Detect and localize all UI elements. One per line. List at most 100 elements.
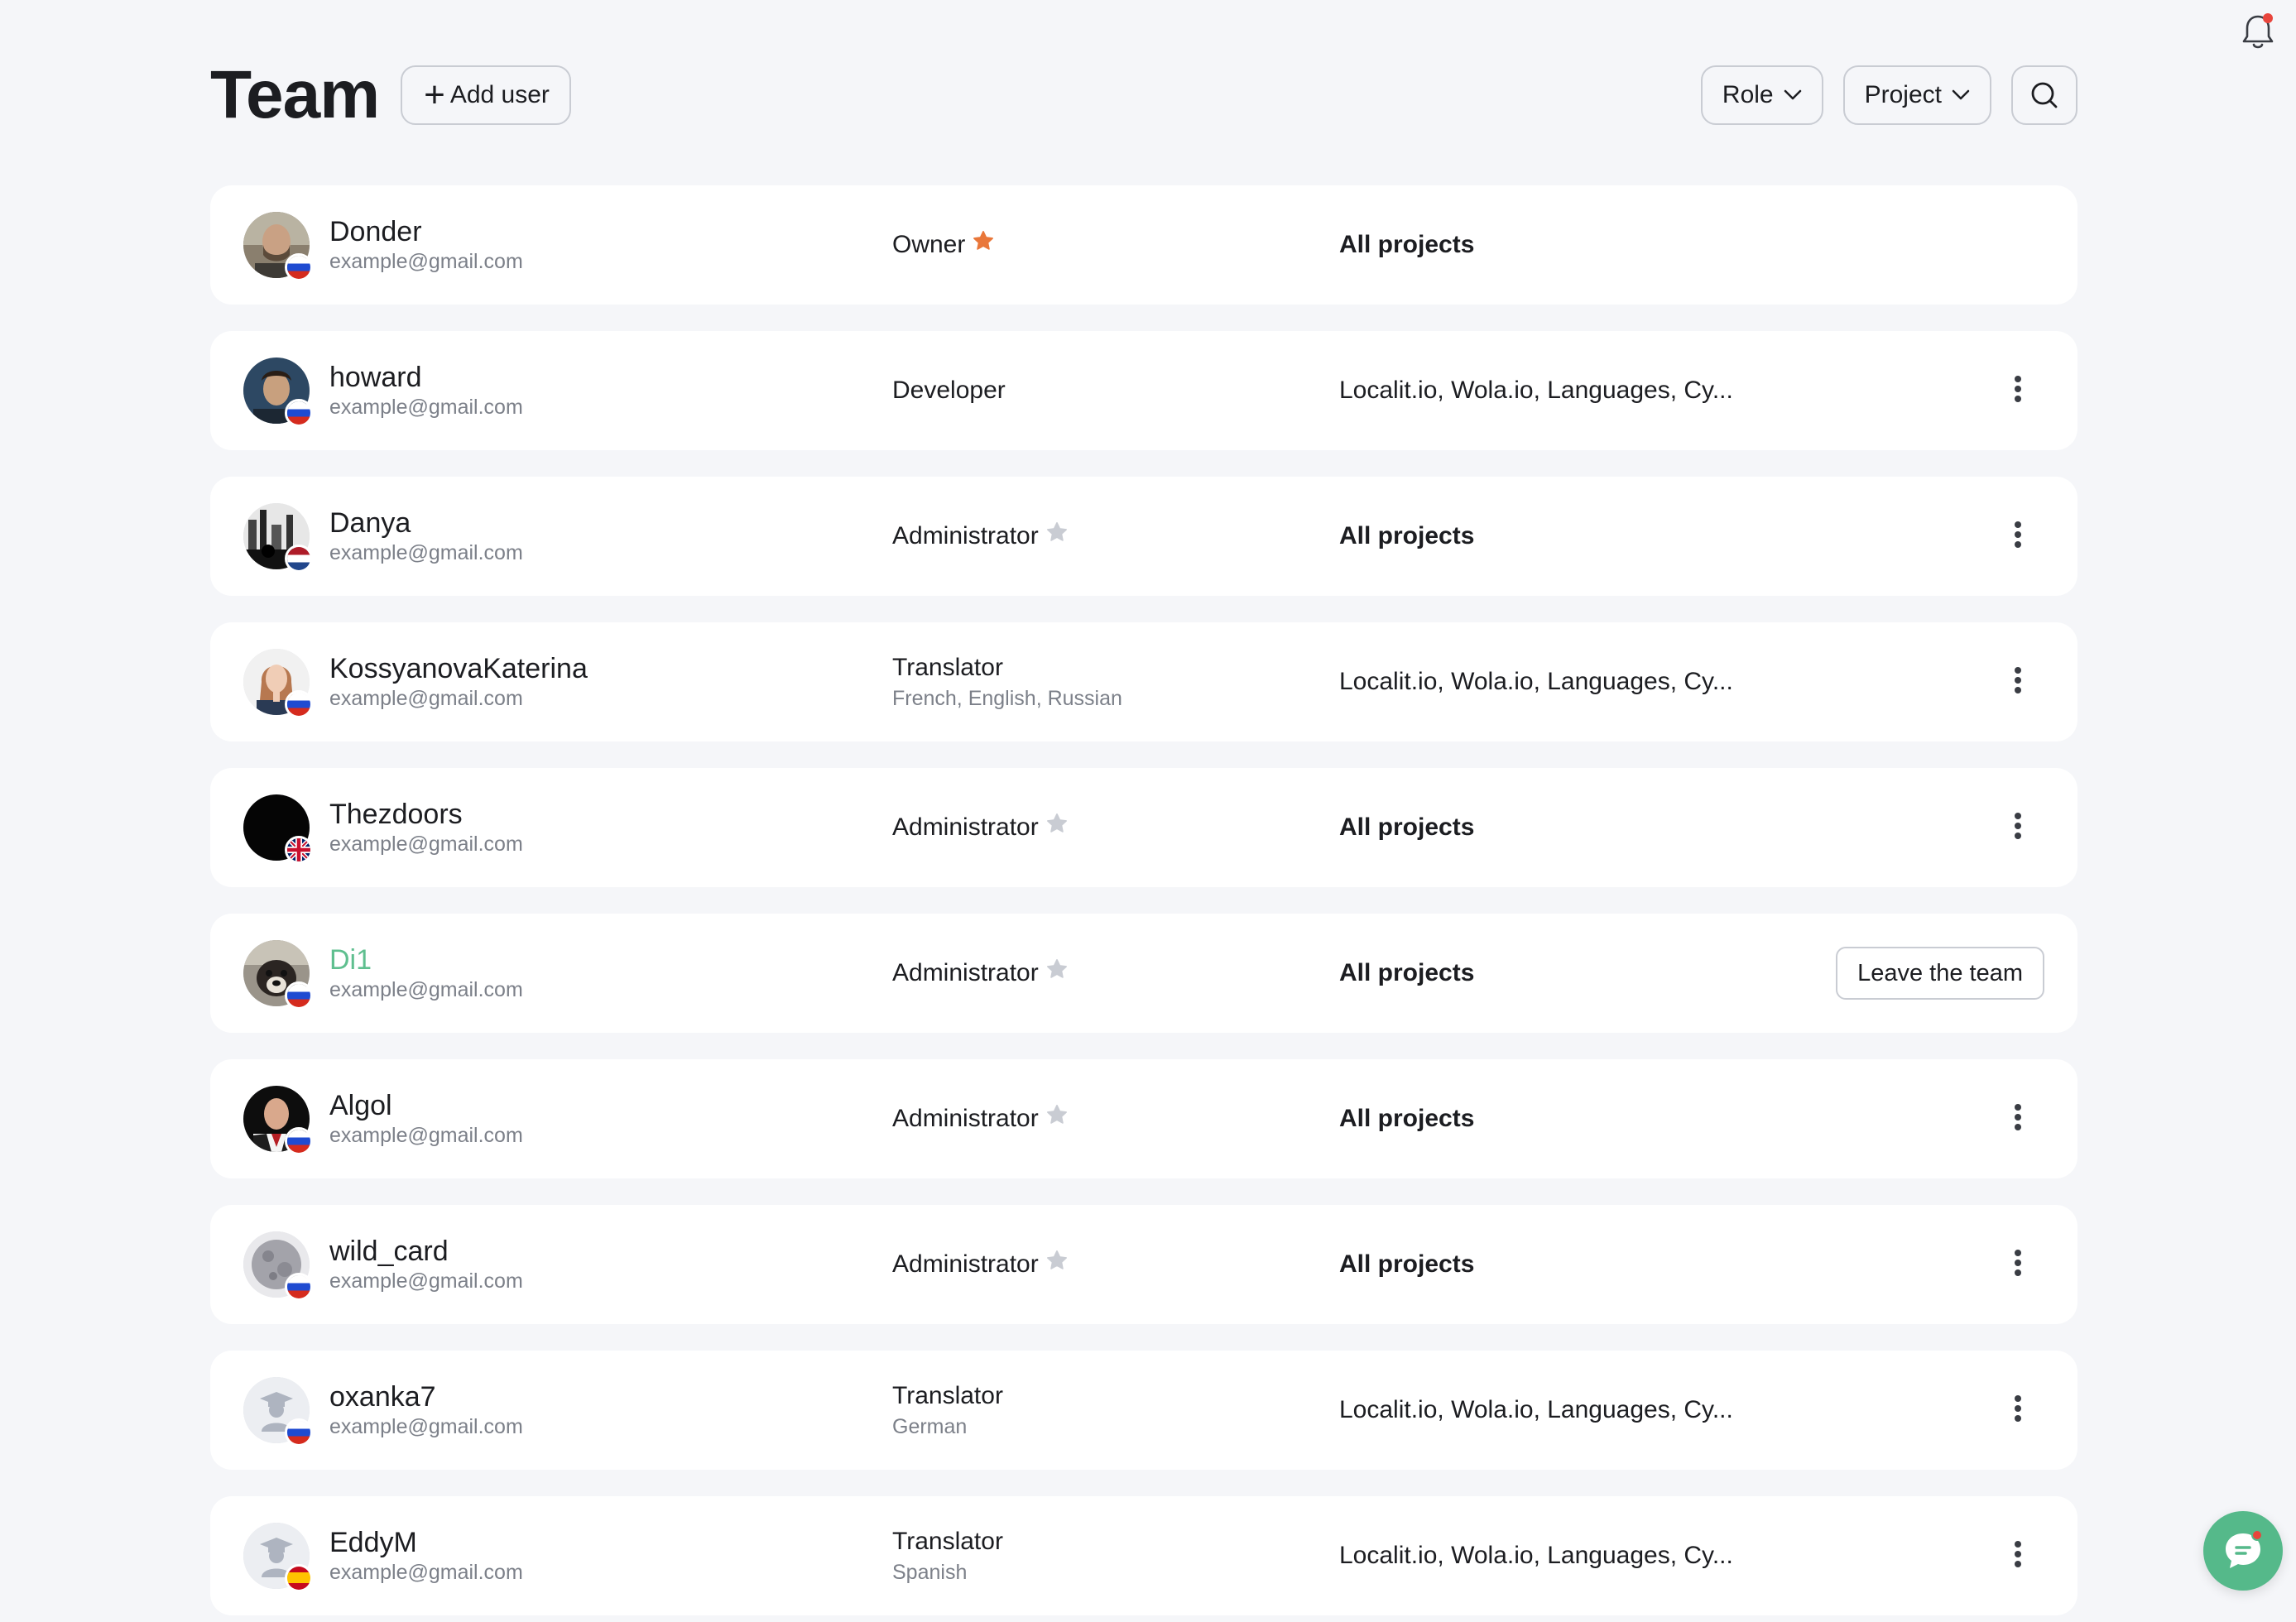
more-vertical-icon [2013, 811, 2023, 845]
member-role-cell: Translator French, English, Russian [892, 622, 1122, 741]
admin-star-icon [1039, 957, 1069, 989]
member-options-button[interactable] [1998, 808, 2038, 847]
team-member-row: oxanka7 example@gmail.com Translator German… [210, 1351, 2077, 1470]
chat-support-button[interactable] [2203, 1511, 2283, 1591]
admin-star-icon [1039, 1249, 1069, 1280]
member-projects: All projects [1339, 1105, 1475, 1132]
chevron-down-icon [1952, 89, 1970, 100]
member-name: Thezdoors [329, 799, 463, 830]
member-role-cell: Developer [892, 331, 1006, 450]
page-header: Team + Add user Role Project [210, 57, 2077, 132]
admin-star-icon [1039, 1103, 1069, 1135]
member-role: Developer [892, 377, 1006, 404]
team-member-row: Thezdoors example@gmail.com Administrator A… [210, 768, 2077, 887]
member-projects: All projects [1339, 813, 1475, 841]
flag-ru-icon [285, 399, 313, 427]
translator-languages: German [892, 1415, 968, 1438]
member-name: KossyanovaKaterina [329, 653, 588, 684]
member-role-cell: Administrator [892, 1205, 1069, 1324]
search-button[interactable] [2011, 65, 2077, 125]
member-options-button[interactable] [1998, 1536, 2038, 1576]
member-role: Administrator [892, 1105, 1039, 1132]
member-role: Administrator [892, 522, 1039, 549]
member-role-cell: Administrator [892, 914, 1069, 1033]
member-email: example@gmail.com [329, 1269, 523, 1293]
member-email: example@gmail.com [329, 1561, 523, 1584]
leave-team-button[interactable]: Leave the team [1836, 947, 2044, 1000]
member-info: Di1 example@gmail.com [329, 943, 523, 1003]
member-projects: Localit.io, Wola.io, Languages, Cy... [1339, 1396, 1733, 1423]
team-member-row: Di1 example@gmail.com Administrator All pro… [210, 914, 2077, 1033]
member-info: EddyM example@gmail.com [329, 1526, 523, 1586]
member-role: Administrator [892, 813, 1039, 841]
member-options-button[interactable] [1998, 1390, 2038, 1430]
flag-gb-icon [285, 836, 313, 864]
member-avatar-wrap [243, 1231, 313, 1301]
flag-ru-icon [285, 1127, 313, 1155]
member-email: example@gmail.com [329, 833, 523, 856]
add-user-button[interactable]: + Add user [401, 65, 571, 125]
owner-star-icon [965, 229, 995, 261]
member-role-cell: Administrator [892, 1059, 1069, 1178]
member-name: Donder [329, 216, 422, 247]
member-projects: All projects [1339, 522, 1475, 549]
member-email: example@gmail.com [329, 1124, 523, 1147]
member-name: Algol [329, 1090, 392, 1121]
member-avatar-wrap [243, 1086, 313, 1155]
member-name: Danya [329, 507, 411, 539]
member-avatar-wrap [243, 503, 313, 573]
role-filter-dropdown[interactable]: Role [1700, 65, 1823, 125]
member-options-button[interactable] [1998, 371, 2038, 410]
member-avatar-wrap [243, 794, 313, 864]
bell-icon [2242, 13, 2274, 49]
search-icon [2031, 82, 2058, 108]
member-role: Translator [892, 1528, 1003, 1555]
member-name: wild_card [329, 1236, 449, 1267]
page-title: Team [210, 57, 380, 132]
member-role: Administrator [892, 959, 1039, 986]
team-member-list: Donder example@gmail.com Owner All projects… [210, 185, 2077, 1622]
member-info: wild_card example@gmail.com [329, 1235, 523, 1294]
member-role: Translator [892, 654, 1003, 681]
add-user-label: Add user [449, 81, 550, 108]
more-vertical-icon [2013, 1248, 2023, 1282]
more-vertical-icon [2013, 1394, 2023, 1428]
member-email: example@gmail.com [329, 250, 523, 273]
notification-dot [2263, 13, 2273, 23]
plus-icon: + [424, 74, 445, 115]
member-role-cell: Translator German [892, 1351, 1003, 1470]
member-info: Algol example@gmail.com [329, 1089, 523, 1149]
member-role-cell: Translator Spanish [892, 1496, 1003, 1615]
member-options-button[interactable] [1998, 662, 2038, 702]
flag-ru-icon [285, 981, 313, 1010]
admin-star-icon [1039, 521, 1069, 552]
notifications-bell-button[interactable] [2240, 12, 2276, 51]
translator-languages: French, English, Russian [892, 687, 1122, 710]
admin-star-icon [1039, 812, 1069, 843]
member-role: Owner [892, 231, 966, 258]
member-name: Di1 [329, 944, 372, 976]
more-vertical-icon [2013, 1102, 2023, 1136]
member-email: example@gmail.com [329, 396, 523, 419]
flag-ru-icon [285, 253, 313, 281]
team-member-row: howard example@gmail.com Developer Localit.… [210, 331, 2077, 450]
chevron-down-icon [1784, 89, 1801, 100]
translator-languages: Spanish [892, 1561, 968, 1584]
member-avatar-wrap [243, 940, 313, 1010]
more-vertical-icon [2013, 374, 2023, 408]
team-member-row: wild_card example@gmail.com Administrator A… [210, 1205, 2077, 1324]
member-projects: All projects [1339, 959, 1475, 986]
member-name: howard [329, 362, 422, 393]
member-options-button[interactable] [1998, 516, 2038, 556]
member-projects: Localit.io, Wola.io, Languages, Cy... [1339, 668, 1733, 695]
member-options-button[interactable] [1998, 1099, 2038, 1139]
member-role-cell: Administrator [892, 477, 1069, 596]
flag-es-icon [285, 1564, 313, 1592]
project-filter-dropdown[interactable]: Project [1842, 65, 1991, 125]
member-options-button[interactable] [1998, 1245, 2038, 1284]
flag-ru-icon [285, 1418, 313, 1447]
member-info: Danya example@gmail.com [329, 506, 523, 566]
chat-bubble-icon [2226, 1529, 2263, 1568]
member-avatar-wrap [243, 649, 313, 718]
member-projects: All projects [1339, 1250, 1475, 1278]
